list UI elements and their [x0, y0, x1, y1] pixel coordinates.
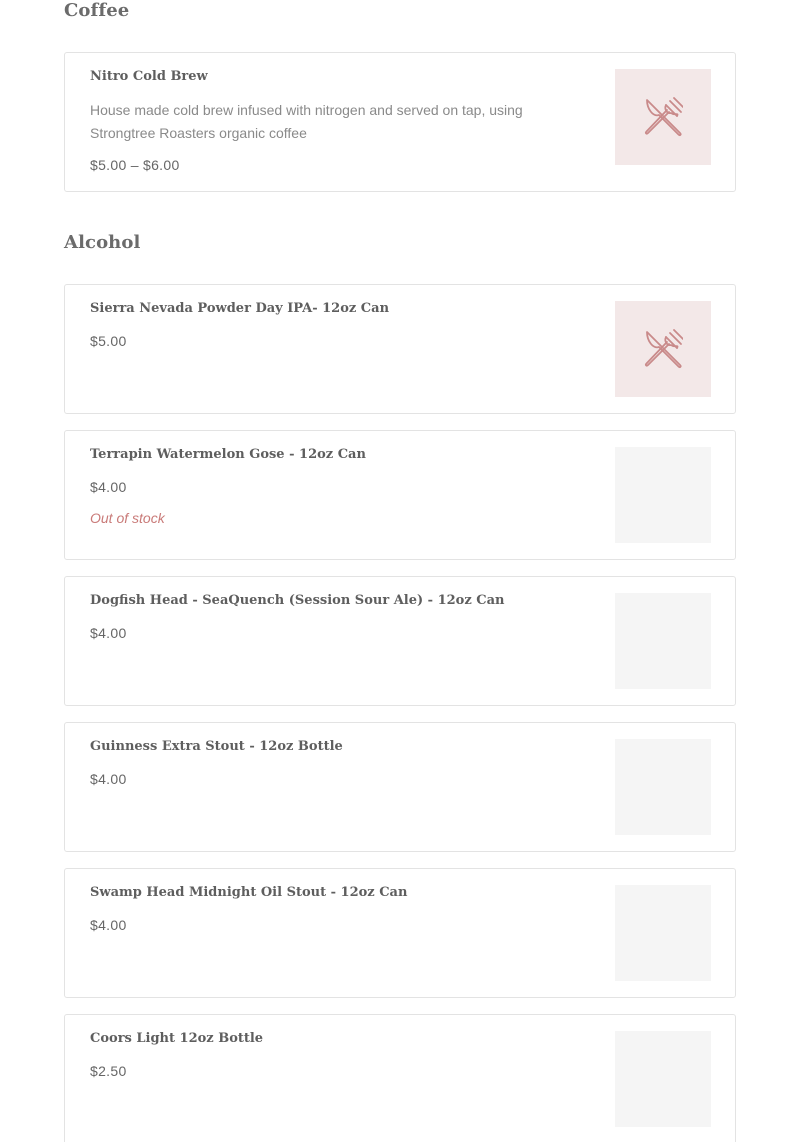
- out-of-stock-label: Out of stock: [90, 510, 165, 526]
- item-name: Swamp Head Midnight Oil Stout - 12oz Can: [90, 885, 408, 900]
- item-image-placeholder: [615, 301, 711, 397]
- menu-item-card[interactable]: Coors Light 12oz Bottle $2.50: [64, 1014, 736, 1142]
- item-price: $2.50: [90, 1063, 127, 1079]
- item-image: [615, 447, 711, 543]
- item-name: Dogfish Head - SeaQuench (Session Sour A…: [90, 593, 505, 608]
- item-name: Nitro Cold Brew: [90, 69, 208, 84]
- menu-item-card[interactable]: Dogfish Head - SeaQuench (Session Sour A…: [64, 576, 736, 706]
- item-price: $5.00: [90, 333, 127, 349]
- menu-item-card[interactable]: Swamp Head Midnight Oil Stout - 12oz Can…: [64, 868, 736, 998]
- item-name: Terrapin Watermelon Gose - 12oz Can: [90, 447, 366, 462]
- item-name: Guinness Extra Stout - 12oz Bottle: [90, 739, 343, 754]
- menu-item-card[interactable]: Guinness Extra Stout - 12oz Bottle $4.00: [64, 722, 736, 852]
- item-price: $4.00: [90, 917, 127, 933]
- menu-item-card[interactable]: Nitro Cold Brew House made cold brew inf…: [64, 52, 736, 192]
- item-name: Coors Light 12oz Bottle: [90, 1031, 264, 1046]
- section-title-alcohol: Alcohol: [64, 232, 141, 253]
- section-title-coffee: Coffee: [64, 0, 130, 21]
- item-price: $5.00 – $6.00: [90, 157, 180, 173]
- item-image: [615, 593, 711, 689]
- item-image: [615, 885, 711, 981]
- item-image-placeholder: [615, 69, 711, 165]
- item-price: $4.00: [90, 771, 127, 787]
- menu-item-card[interactable]: Sierra Nevada Powder Day IPA- 12oz Can $…: [64, 284, 736, 414]
- menu-item-card[interactable]: Terrapin Watermelon Gose - 12oz Can $4.0…: [64, 430, 736, 560]
- item-description: House made cold brew infused with nitrog…: [90, 102, 523, 141]
- item-price: $4.00: [90, 625, 127, 641]
- item-name: Sierra Nevada Powder Day IPA- 12oz Can: [90, 301, 390, 316]
- item-price: $4.00: [90, 479, 127, 495]
- utensils-placeholder-icon: [644, 97, 683, 137]
- item-image: [615, 1031, 711, 1127]
- utensils-placeholder-icon: [644, 329, 683, 369]
- item-image: [615, 739, 711, 835]
